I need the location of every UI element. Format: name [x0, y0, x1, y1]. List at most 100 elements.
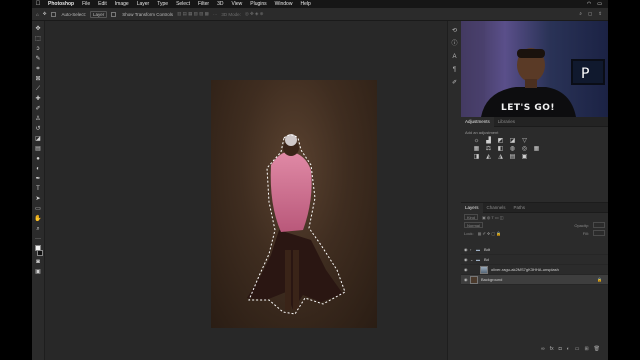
lock-icons[interactable]: ▦ ✐ ✥ ▢ 🔒: [478, 231, 502, 236]
properties-icon[interactable]: ¶: [451, 66, 459, 74]
mask-icon[interactable]: ◘: [559, 346, 562, 354]
menu-type[interactable]: Type: [153, 1, 172, 7]
gradient-icon[interactable]: ▤: [34, 145, 42, 153]
kind-filter-dropdown[interactable]: Kind: [464, 214, 479, 220]
tab-channels[interactable]: Channels: [483, 203, 510, 213]
home-icon[interactable]: ⌂: [36, 12, 39, 17]
brush-settings-icon[interactable]: ✐: [451, 79, 459, 87]
stamp-icon[interactable]: ♙: [34, 115, 42, 123]
healing-icon[interactable]: ✚: [34, 95, 42, 103]
more-options-icon[interactable]: ···: [213, 12, 218, 17]
canvas-workspace[interactable]: [45, 21, 447, 360]
character-icon[interactable]: A: [451, 53, 459, 61]
auto-select-checkbox[interactable]: [50, 11, 56, 17]
background-color-swatch[interactable]: [36, 250, 43, 256]
tab-paths[interactable]: Paths: [510, 203, 530, 213]
more-icon[interactable]: ···: [34, 235, 42, 243]
menu-3d[interactable]: 3D: [213, 1, 227, 7]
layer-row[interactable]: ◉ ⌄ ▬ Bd: [461, 255, 608, 265]
eyedropper-icon[interactable]: ⟋: [34, 85, 42, 93]
tab-layers[interactable]: Layers: [461, 202, 483, 213]
workspace-icon[interactable]: ▢: [588, 11, 592, 17]
opacity-field[interactable]: [593, 222, 605, 228]
layer-row[interactable]: ◉ oliver-ragu-ak2MS7gK3HHA-unsplash: [461, 265, 608, 275]
menu-view[interactable]: View: [228, 1, 247, 7]
brush-icon[interactable]: ✐: [34, 105, 42, 113]
new-group-icon[interactable]: ▭: [575, 346, 580, 354]
tab-libraries[interactable]: Libraries: [494, 117, 519, 127]
menu-plugins[interactable]: Plugins: [246, 1, 270, 7]
menu-file[interactable]: File: [78, 1, 94, 7]
zoom-icon[interactable]: ⌕: [34, 225, 42, 233]
info-icon[interactable]: ⓘ: [451, 40, 459, 48]
color-balance-icon[interactable]: ⚖: [485, 146, 492, 152]
apple-icon[interactable]: : [32, 1, 44, 7]
filter-icons[interactable]: ▣ ◍ T ▭ ◫: [482, 215, 504, 220]
hue-sat-icon[interactable]: ▦: [473, 146, 480, 152]
lasso-icon[interactable]: ↄ: [34, 45, 42, 53]
quick-mask-icon[interactable]: ◙: [34, 258, 42, 266]
gradient-map-icon[interactable]: ▤: [509, 154, 516, 160]
menu-layer[interactable]: Layer: [133, 1, 154, 7]
crop-icon[interactable]: ⌗: [34, 65, 42, 73]
menu-image[interactable]: Image: [111, 1, 133, 7]
wifi-icon[interactable]: ◠: [587, 1, 591, 7]
quick-select-icon[interactable]: ✎: [34, 55, 42, 63]
battery-icon[interactable]: ▭: [597, 1, 602, 7]
visibility-icon[interactable]: ◉: [464, 267, 470, 272]
history-icon[interactable]: ⟲: [451, 27, 459, 35]
fill-field[interactable]: [593, 230, 605, 236]
selective-color-icon[interactable]: ▣: [521, 154, 528, 160]
new-layer-icon[interactable]: ⊞: [584, 346, 588, 354]
link-icon[interactable]: ∞: [541, 346, 545, 354]
menu-select[interactable]: Select: [172, 1, 194, 7]
photo-filter-icon[interactable]: ◍: [509, 146, 516, 152]
frame-icon[interactable]: ⊠: [34, 75, 42, 83]
shirt-text: LET'S GO!: [501, 103, 556, 113]
exposure-icon[interactable]: ◪: [509, 138, 516, 144]
tab-adjustments[interactable]: Adjustments: [461, 116, 494, 127]
type-icon[interactable]: T: [34, 185, 42, 193]
levels-icon[interactable]: ▟: [485, 138, 492, 144]
color-lookup-icon[interactable]: ▦: [533, 146, 540, 152]
move-icon[interactable]: ✥: [34, 25, 42, 33]
threshold-icon[interactable]: ◮: [497, 154, 504, 160]
vibrance-icon[interactable]: ▽: [521, 138, 528, 144]
show-transform-checkbox[interactable]: [111, 11, 117, 17]
trash-icon[interactable]: 🗑: [594, 346, 600, 354]
history-brush-icon[interactable]: ↺: [34, 125, 42, 133]
search-icon[interactable]: ⌕: [579, 11, 582, 17]
layer-row-selected[interactable]: ◉ Background 🔒: [461, 275, 608, 285]
menu-window[interactable]: Window: [271, 1, 297, 7]
align-icons[interactable]: ▥ ▤ ▦ ▧ ▨ ▩: [177, 11, 209, 17]
channel-mixer-icon[interactable]: ◎: [521, 146, 528, 152]
curves-icon[interactable]: ◩: [497, 138, 504, 144]
posterize-icon[interactable]: ◭: [485, 154, 492, 160]
menu-filter[interactable]: Filter: [194, 1, 213, 7]
screen-mode-icon[interactable]: ▣: [34, 268, 42, 276]
share-icon[interactable]: ⇪: [598, 11, 602, 17]
photo-subject: [247, 134, 346, 315]
dodge-icon[interactable]: ◐: [34, 165, 42, 173]
menu-photoshop[interactable]: Photoshop: [44, 1, 78, 7]
blur-icon[interactable]: ●: [34, 155, 42, 163]
black-white-icon[interactable]: ◧: [497, 146, 504, 152]
pen-icon[interactable]: ✒: [34, 175, 42, 183]
invert-icon[interactable]: ◨: [473, 154, 480, 160]
menu-edit[interactable]: Edit: [94, 1, 111, 7]
adjustment-layer-icon[interactable]: ◐: [567, 346, 570, 354]
3d-mode-icons[interactable]: ◎ ✥ ◈ ⊕: [245, 11, 264, 17]
path-select-icon[interactable]: ➤: [34, 195, 42, 203]
blend-mode-dropdown[interactable]: Normal: [464, 222, 483, 228]
brightness-icon[interactable]: ☼: [473, 138, 480, 144]
auto-select-dropdown[interactable]: Layer: [90, 10, 108, 18]
move-tool-icon[interactable]: ✥: [43, 11, 47, 17]
document-canvas[interactable]: [211, 80, 377, 328]
eraser-icon[interactable]: ◪: [34, 135, 42, 143]
fx-icon[interactable]: fx: [550, 346, 554, 354]
layer-row[interactable]: ◉ › ▬ Bdt: [461, 245, 608, 255]
marquee-icon[interactable]: ⬚: [34, 35, 42, 43]
rectangle-icon[interactable]: ▭: [34, 205, 42, 213]
menu-help[interactable]: Help: [296, 1, 314, 7]
hand-icon[interactable]: ✋: [34, 215, 42, 223]
